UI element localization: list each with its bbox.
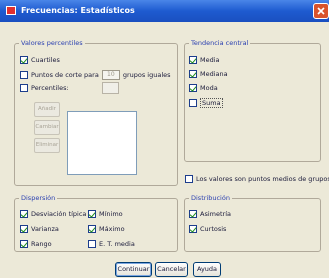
se-mean-option[interactable]: E. T. media <box>88 240 135 248</box>
sum-checkbox[interactable] <box>189 99 197 107</box>
midpoints-checkbox[interactable] <box>185 175 193 183</box>
cut-points-label: Puntos de corte para <box>31 71 99 79</box>
median-checkbox[interactable] <box>189 70 197 78</box>
cut-points-checkbox[interactable] <box>20 71 28 79</box>
mode-option[interactable]: Moda <box>189 84 218 92</box>
percentiles-label: Percentiles: <box>31 84 69 92</box>
range-checkbox[interactable] <box>20 240 28 248</box>
minimum-checkbox[interactable] <box>88 210 96 218</box>
remove-button[interactable]: Eliminar <box>34 138 60 153</box>
percentiles-list[interactable] <box>67 111 137 175</box>
skewness-option[interactable]: Asimetría <box>189 210 231 218</box>
dispersion-legend: Dispersión <box>21 194 56 202</box>
median-option[interactable]: Mediana <box>189 70 228 78</box>
maximum-option[interactable]: Máximo <box>88 225 125 233</box>
maximum-label: Máximo <box>99 225 125 233</box>
cut-points-option[interactable]: Puntos de corte para 10 grupos iguales <box>20 70 171 80</box>
help-button[interactable]: Ayuda <box>193 262 221 277</box>
range-label: Rango <box>31 240 52 248</box>
cancel-button[interactable]: Cancelar <box>155 262 188 277</box>
percentiles-option[interactable]: Percentiles: <box>20 84 69 92</box>
change-button[interactable]: Cambiar <box>34 120 60 135</box>
mean-label: Media <box>200 56 220 64</box>
distribution-legend: Distribución <box>191 194 230 202</box>
maximum-checkbox[interactable] <box>88 225 96 233</box>
statistics-dialog: Frecuencias: Estadísticos Valores percen… <box>0 0 329 278</box>
skewness-label: Asimetría <box>200 210 231 218</box>
quartiles-option[interactable]: Cuartiles <box>20 56 60 64</box>
range-option[interactable]: Rango <box>20 240 52 248</box>
variance-checkbox[interactable] <box>20 225 28 233</box>
mean-checkbox[interactable] <box>189 56 197 64</box>
minimum-option[interactable]: Mínimo <box>88 210 123 218</box>
variance-label: Varianza <box>31 225 59 233</box>
title-bar[interactable]: Frecuencias: Estadísticos <box>0 0 329 22</box>
std-dev-label: Desviación típica <box>31 210 87 218</box>
median-label: Mediana <box>200 70 228 78</box>
continue-button[interactable]: Continuar <box>115 262 152 277</box>
sum-label: Suma <box>200 98 223 108</box>
kurtosis-option[interactable]: Curtosis <box>189 225 226 233</box>
mode-checkbox[interactable] <box>189 84 197 92</box>
kurtosis-checkbox[interactable] <box>189 225 197 233</box>
variance-option[interactable]: Varianza <box>20 225 59 233</box>
skewness-checkbox[interactable] <box>189 210 197 218</box>
close-button[interactable] <box>313 3 329 19</box>
window-title: Frecuencias: Estadísticos <box>21 6 135 15</box>
kurtosis-label: Curtosis <box>200 225 227 233</box>
cut-points-suffix: grupos iguales <box>122 71 171 79</box>
mean-option[interactable]: Media <box>189 56 220 64</box>
std-dev-option[interactable]: Desviación típica <box>20 210 86 218</box>
mode-label: Moda <box>200 84 218 92</box>
midpoints-option[interactable]: Los valores son puntos medios de grupos <box>185 175 329 183</box>
percentile-value-input[interactable] <box>102 82 119 94</box>
se-mean-label: E. T. media <box>99 240 135 248</box>
minimum-label: Mínimo <box>99 210 123 218</box>
percentiles-checkbox[interactable] <box>20 84 28 92</box>
distribution-group: Distribución <box>184 194 321 252</box>
cut-points-input[interactable]: 10 <box>101 70 120 80</box>
close-icon <box>317 7 325 15</box>
quartiles-checkbox[interactable] <box>20 56 28 64</box>
central-tendency-legend: Tendencia central <box>191 39 249 47</box>
std-dev-checkbox[interactable] <box>20 210 28 218</box>
app-icon <box>6 6 16 15</box>
se-mean-checkbox[interactable] <box>88 240 96 248</box>
sum-option[interactable]: Suma <box>189 98 223 108</box>
midpoints-label: Los valores son puntos medios de grupos <box>196 175 329 183</box>
percentile-values-legend: Valores percentiles <box>21 39 83 47</box>
quartiles-label: Cuartiles <box>31 56 60 64</box>
add-button[interactable]: Añadir <box>34 102 60 117</box>
